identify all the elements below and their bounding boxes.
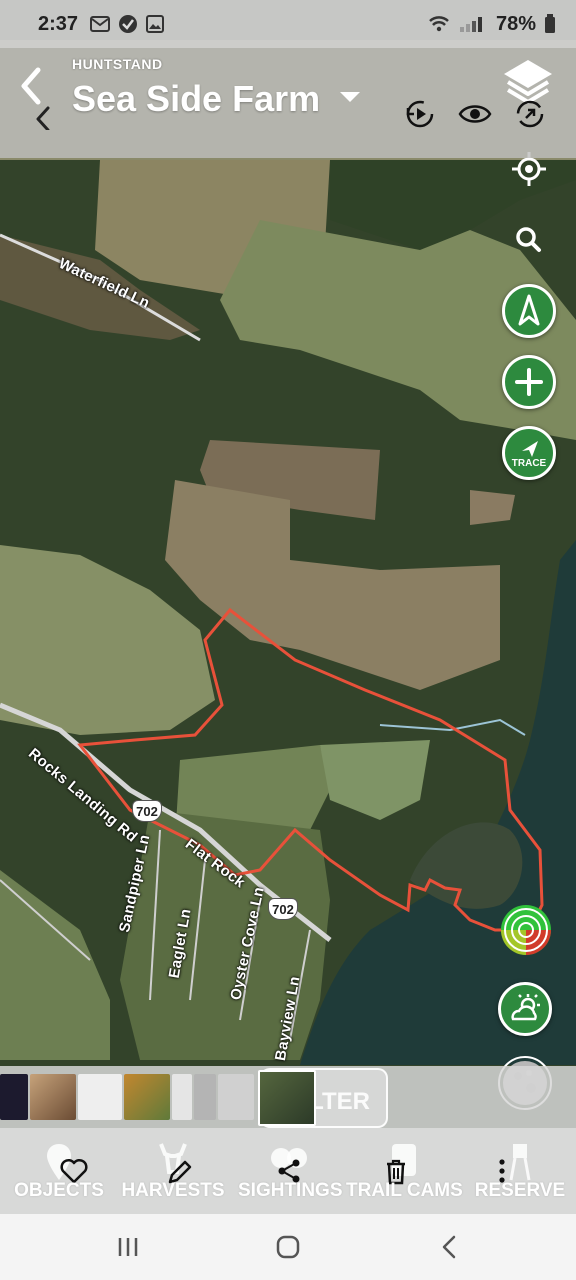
nav-sightings[interactable]: SIGHTINGS <box>238 1128 343 1214</box>
trace-label: TRACE <box>511 458 547 469</box>
search-icon <box>516 227 541 252</box>
gmail-icon <box>90 16 111 32</box>
nav-harvests[interactable]: HARVESTS <box>118 1128 228 1214</box>
thumbnail[interactable] <box>30 1074 76 1120</box>
thumbnail-selected[interactable] <box>258 1070 316 1126</box>
sync-icon[interactable] <box>512 96 548 132</box>
trace-button[interactable]: TRACE <box>502 426 556 480</box>
check-circle-icon <box>119 15 138 33</box>
add-icon <box>515 368 543 396</box>
radar-button[interactable] <box>498 902 552 956</box>
status-time: 2:37 <box>38 12 79 35</box>
treestand-icon <box>509 1144 531 1181</box>
object-thumbnail-strip[interactable]: FILTER <box>0 1066 576 1128</box>
add-button[interactable] <box>502 355 556 409</box>
status-bar: 2:37 78% <box>0 0 576 48</box>
nav-objects[interactable]: OBJECTS <box>14 1128 104 1214</box>
recent-apps-button[interactable] <box>110 1232 146 1262</box>
thumbnail[interactable] <box>78 1074 122 1120</box>
route-shield: 702 <box>132 800 162 822</box>
nav-label-reserve: RESERVE <box>474 1180 566 1201</box>
app-header: HUNTSTAND Sea Side Farm <box>0 48 576 158</box>
farm-title[interactable]: Sea Side Farm <box>72 78 320 120</box>
thumbnail[interactable] <box>218 1074 254 1120</box>
gallery-icon <box>146 15 165 33</box>
nav-label-trail-cams: TRAIL CAMS <box>346 1180 463 1201</box>
thumbnail[interactable] <box>124 1074 170 1120</box>
battery-percent: 78% <box>495 12 536 35</box>
eye-icon[interactable] <box>457 96 493 132</box>
weather-icon <box>511 994 540 1021</box>
wifi-icon <box>429 16 449 32</box>
weather-button[interactable] <box>498 982 552 1036</box>
radar-icon <box>501 905 551 955</box>
trace-icon <box>522 441 538 457</box>
compass-icon <box>518 294 540 326</box>
signal-icon <box>459 17 482 32</box>
nav-label-harvests: HARVESTS <box>121 1180 225 1201</box>
compass-button[interactable] <box>502 284 556 338</box>
nav-trail-cams[interactable]: TRAIL CAMS <box>346 1128 463 1214</box>
back-nav-button[interactable] <box>432 1232 468 1262</box>
replay-icon[interactable] <box>402 96 438 132</box>
system-navigation-bar <box>0 1214 576 1280</box>
home-button[interactable] <box>270 1232 306 1262</box>
thumbnail[interactable] <box>172 1074 192 1120</box>
bottom-navigation: OBJECTS HARVESTS SIGHTINGS TRAIL CAMS RE… <box>0 1128 576 1214</box>
nav-label-sightings: SIGHTINGS <box>238 1180 343 1201</box>
back-button[interactable] <box>18 60 58 130</box>
battery-icon <box>545 14 555 33</box>
search-button[interactable] <box>502 213 556 267</box>
route-shield: 702 <box>268 898 298 920</box>
nav-label-objects: OBJECTS <box>14 1180 104 1201</box>
app-name: HUNTSTAND <box>72 56 163 72</box>
thumbnail[interactable] <box>0 1074 28 1120</box>
thumbnail[interactable] <box>194 1074 216 1120</box>
nav-reserve[interactable]: RESERVE <box>470 1128 570 1214</box>
chevron-down-icon[interactable] <box>340 92 360 102</box>
